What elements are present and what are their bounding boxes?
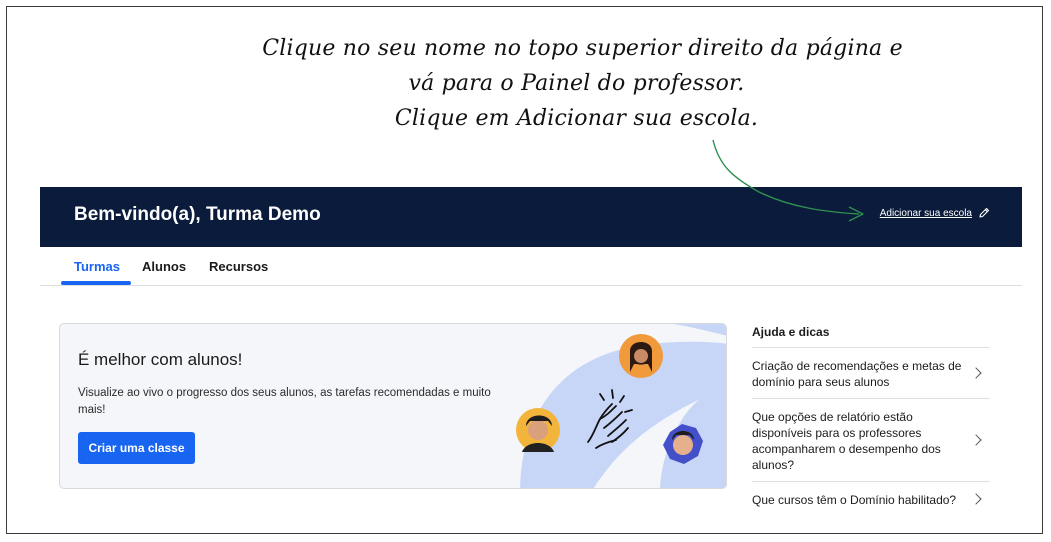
help-panel: Ajuda e dicas Criação de recomendações e… (752, 323, 990, 513)
dashboard-tabs: Turmas Alunos Recursos (40, 247, 1022, 286)
promo-title: É melhor com alunos! (78, 350, 243, 369)
pencil-icon[interactable] (978, 207, 990, 219)
instruction-line-1: Clique no seu nome no topo superior dire… (262, 36, 903, 61)
welcome-title: Bem-vindo(a), Turma Demo (74, 204, 321, 225)
active-tab-indicator (61, 281, 131, 285)
add-school-control[interactable]: Adicionar sua escola (880, 207, 990, 219)
tab-recursos[interactable]: Recursos (209, 259, 268, 274)
chevron-right-icon (970, 434, 982, 446)
tab-turmas[interactable]: Turmas (74, 259, 120, 274)
help-item-text: Que opções de relatório estão disponívei… (752, 410, 941, 472)
chevron-right-icon (970, 367, 982, 379)
create-class-button[interactable]: Criar uma classe (78, 432, 195, 464)
help-item[interactable]: Criação de recomendações e metas de domí… (752, 348, 990, 399)
help-item[interactable]: Que cursos têm o Domínio habilitado? (752, 482, 990, 513)
add-school-link[interactable]: Adicionar sua escola (880, 208, 972, 219)
add-students-card: É melhor com alunos! Visualize ao vivo o… (59, 323, 727, 489)
instruction-line-3: Clique em Adicionar sua escola. (394, 106, 759, 131)
instruction-text: Clique no seu nome no topo superior dire… (7, 31, 1042, 136)
help-item[interactable]: Que opções de relatório estão disponívei… (752, 399, 990, 482)
help-item-text: Criação de recomendações e metas de domí… (752, 359, 962, 389)
tutorial-frame: Clique no seu nome no topo superior dire… (6, 6, 1043, 534)
help-title: Ajuda e dicas (752, 323, 990, 348)
instruction-line-2: vá para o Painel do professor. (408, 71, 745, 96)
tab-alunos[interactable]: Alunos (142, 259, 186, 274)
chevron-right-icon (970, 493, 982, 505)
teacher-dashboard-header: Bem-vindo(a), Turma Demo Adicionar sua e… (40, 187, 1022, 247)
help-item-text: Que cursos têm o Domínio habilitado? (752, 493, 957, 507)
promo-description: Visualize ao vivo o progresso dos seus a… (78, 387, 491, 416)
